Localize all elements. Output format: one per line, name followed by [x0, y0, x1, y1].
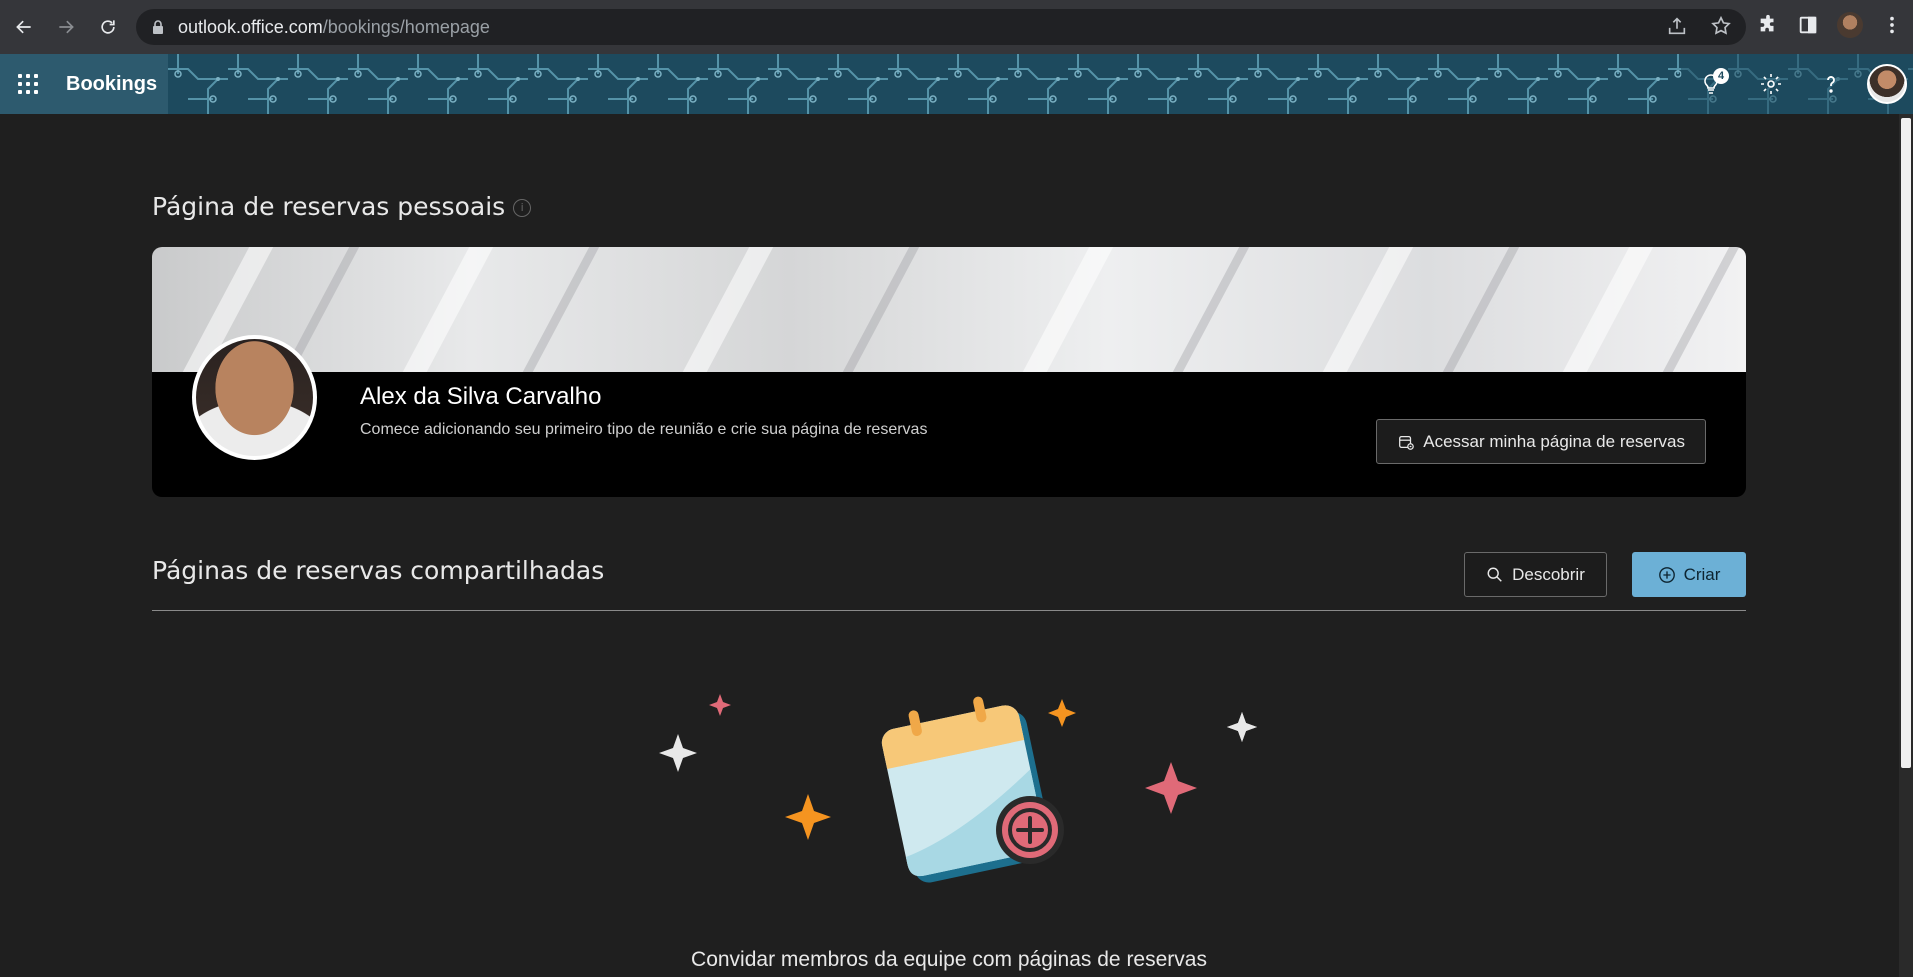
page-scrollbar[interactable] [1899, 114, 1913, 977]
app-launcher-icon[interactable] [14, 70, 42, 98]
gear-icon [1761, 74, 1781, 94]
shared-section-title: Páginas de reservas compartilhadas [152, 556, 605, 585]
browser-profile-avatar[interactable] [1837, 12, 1863, 38]
share-icon[interactable] [1666, 15, 1688, 37]
question-icon [1827, 76, 1835, 93]
profile-avatar [192, 335, 317, 460]
app-name[interactable]: Bookings [66, 73, 157, 96]
profile-name: Alex da Silva Carvalho [360, 383, 602, 410]
sparkle-icon [709, 694, 731, 716]
personal-section-title: Página de reservas pessoais i [152, 192, 532, 221]
discover-button[interactable]: Descobrir [1464, 552, 1607, 597]
access-booking-page-label: Acessar minha página de reservas [1423, 431, 1685, 451]
add-circle-icon [1658, 566, 1675, 583]
kebab-icon[interactable] [1881, 14, 1903, 36]
arrow-left-icon [16, 20, 31, 34]
info-icon[interactable]: i [513, 199, 532, 217]
empty-state-illustration [659, 694, 1257, 883]
scrollbar-thumb[interactable] [1901, 118, 1911, 768]
app-brand: Bookings [0, 54, 168, 114]
sparkle-icon [785, 794, 831, 840]
section-divider [152, 610, 1746, 611]
search-icon [1487, 567, 1502, 582]
empty-state-text: Convidar membros da equipe com páginas d… [691, 948, 1207, 971]
tips-badge: 4 [1713, 68, 1729, 84]
profile-subtitle: Comece adicionando seu primeiro tipo de … [360, 421, 928, 438]
back-button[interactable] [6, 9, 42, 45]
add-circle-icon [996, 796, 1064, 864]
address-bar[interactable]: outlook.office.com/bookings/homepage [136, 9, 1746, 45]
arrow-right-icon [59, 20, 74, 34]
create-label: Criar [1683, 564, 1721, 584]
card-banner-image [152, 247, 1746, 372]
lock-icon [153, 20, 163, 34]
header-actions: 4 [1681, 54, 1913, 114]
forward-button[interactable] [48, 9, 84, 45]
personal-booking-card: Alex da Silva Carvalho Comece adicionand… [152, 247, 1746, 497]
reload-icon [101, 20, 115, 34]
help-button[interactable] [1801, 54, 1861, 114]
url-text: outlook.office.com/bookings/homepage [178, 17, 490, 38]
url-path: /bookings/homepage [322, 16, 490, 37]
app-header: Bookings 4 [0, 54, 1913, 114]
discover-label: Descobrir [1512, 564, 1585, 584]
puzzle-icon[interactable] [1757, 14, 1779, 36]
url-host: outlook.office.com [178, 16, 323, 37]
browser-toolbar: outlook.office.com/bookings/homepage [0, 0, 1913, 54]
circuit-pattern-background [168, 54, 1913, 114]
sparkle-icon [1048, 699, 1076, 727]
sidepanel-icon[interactable] [1797, 14, 1819, 36]
sparkle-icon [1227, 712, 1257, 742]
settings-button[interactable] [1741, 54, 1801, 114]
sparkle-icon [659, 734, 697, 772]
create-button[interactable]: Criar [1632, 552, 1746, 597]
access-booking-page-button[interactable]: Acessar minha página de reservas [1376, 419, 1706, 464]
personal-section-title-text: Página de reservas pessoais [152, 192, 506, 221]
sparkle-icon [1145, 762, 1197, 814]
user-avatar[interactable] [1867, 64, 1907, 104]
tips-button[interactable]: 4 [1681, 54, 1741, 114]
calendar-link-icon [1399, 435, 1415, 450]
star-icon[interactable] [1710, 15, 1732, 37]
reload-button[interactable] [90, 9, 126, 45]
